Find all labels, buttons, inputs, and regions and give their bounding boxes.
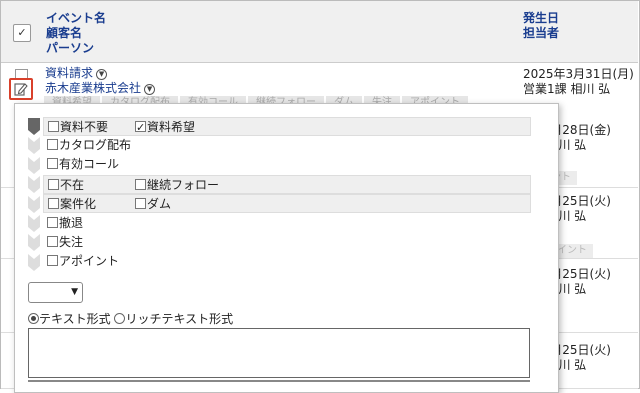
status-checkbox[interactable]	[47, 217, 58, 228]
col-owner[interactable]: 担当者	[523, 26, 559, 41]
row-date: 2025年3月31日(月)	[523, 67, 634, 81]
chevron-step-icon	[28, 156, 40, 174]
status-option-deal[interactable]: 案件化	[48, 197, 96, 211]
format-text-radio[interactable]: テキスト形式	[28, 312, 111, 326]
header-columns-left: イベント名 顧客名 パーソン	[46, 11, 106, 56]
status-checkbox[interactable]	[135, 198, 146, 209]
dropdown-circle-icon[interactable]: ▼	[144, 84, 156, 95]
status-option-dam[interactable]: ダム	[135, 195, 171, 214]
col-date[interactable]: 発生日	[523, 11, 559, 26]
row-meta: 2025年3月31日(月) 営業1課 相川 弘	[523, 67, 634, 97]
status-option-row: 有効コール	[43, 155, 119, 174]
format-rich-radio[interactable]: リッチテキスト形式	[114, 312, 233, 326]
status-option-valid-call[interactable]: 有効コール	[47, 157, 119, 171]
status-checkbox[interactable]	[47, 236, 58, 247]
status-option-row: 案件化 ダム	[43, 194, 531, 213]
chevron-step-icon	[28, 214, 40, 232]
status-option-lost[interactable]: 失注	[47, 235, 83, 249]
template-select[interactable]: ▼	[28, 282, 83, 303]
col-event-name[interactable]: イベント名	[46, 11, 106, 26]
chevron-step-icon	[28, 118, 40, 135]
col-customer-name[interactable]: 顧客名	[46, 26, 106, 41]
format-radio-group: テキスト形式 リッチテキスト形式	[28, 311, 233, 328]
status-option-shiryo-kibo[interactable]: 資料希望	[135, 118, 195, 137]
status-option-absent[interactable]: 不在	[48, 178, 84, 192]
row-owner: 営業1課 相川 弘	[523, 82, 611, 96]
chevron-step-icon	[28, 234, 40, 252]
status-option-row: アポイント	[43, 252, 119, 271]
status-checkbox[interactable]	[47, 255, 58, 266]
chevron-step-icon	[28, 137, 40, 155]
status-option-row: 撤退	[43, 214, 83, 233]
list-header: ✓ イベント名 顧客名 パーソン 発生日 担当者	[1, 1, 638, 63]
edit-icon[interactable]	[9, 78, 33, 100]
select-all-checkbox[interactable]: ✓	[13, 24, 31, 42]
dropdown-circle-icon[interactable]: ▼	[96, 69, 108, 80]
status-option-continue-follow[interactable]: 継続フォロー	[135, 176, 219, 195]
chevron-down-icon: ▼	[71, 287, 78, 297]
status-option-appointment[interactable]: アポイント	[47, 254, 119, 268]
status-option-row: 失注	[43, 233, 83, 252]
status-checkbox[interactable]	[47, 158, 58, 169]
header-columns-right: 発生日 担当者	[523, 11, 559, 41]
col-person[interactable]: パーソン	[46, 41, 106, 56]
chevron-step-icon	[28, 176, 40, 194]
chevron-step-icon	[28, 195, 40, 213]
status-option-row: 資料不要 資料希望	[43, 117, 531, 137]
radio-button[interactable]	[114, 313, 126, 324]
status-option-shiryo-fuyo[interactable]: 資料不要	[48, 120, 108, 134]
status-checkbox[interactable]	[135, 179, 146, 190]
status-option-row: 不在 継続フォロー	[43, 175, 531, 194]
status-checkbox[interactable]	[48, 179, 59, 190]
event-link[interactable]: 資料請求	[45, 66, 93, 80]
memo-textarea[interactable]	[28, 328, 530, 378]
status-checkbox[interactable]	[48, 121, 59, 132]
status-checkbox[interactable]	[47, 139, 58, 150]
status-option-row: カタログ配布	[43, 136, 131, 155]
row-content: 資料請求 ▼ 赤木産業株式会社 ▼	[45, 66, 156, 96]
status-option-withdraw[interactable]: 撤退	[47, 216, 83, 230]
chevron-step-icon	[28, 253, 40, 271]
status-step-column	[28, 118, 40, 273]
radio-button[interactable]	[28, 313, 39, 324]
status-option-catalog[interactable]: カタログ配布	[47, 138, 131, 152]
divider	[28, 380, 530, 382]
status-checkbox[interactable]	[48, 198, 59, 209]
customer-link[interactable]: 赤木産業株式会社	[45, 81, 141, 95]
status-checkbox[interactable]	[135, 118, 146, 137]
